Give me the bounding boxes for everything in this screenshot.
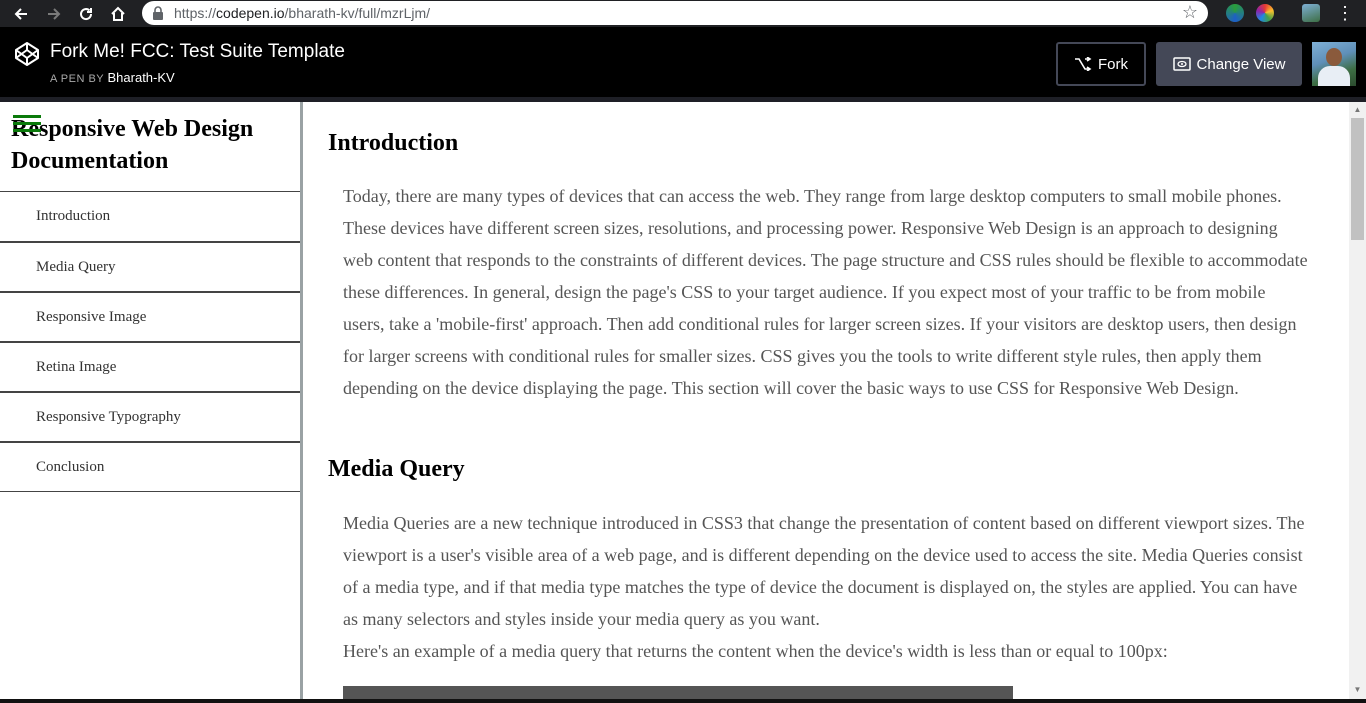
section-title-introduction: Introduction <box>328 130 459 156</box>
scrollbar-thumb[interactable] <box>1351 118 1364 240</box>
section-title-media-query: Media Query <box>328 456 465 482</box>
nav-link-conclusion[interactable]: Conclusion <box>0 441 300 491</box>
fork-icon <box>1075 57 1092 71</box>
browser-toolbar: https://codepen.io/bharath-kv/full/mzrLj… <box>0 0 1366 27</box>
pen-byline: A PEN BY Bharath-KV <box>50 70 175 85</box>
vertical-scrollbar[interactable]: ▲ ▼ <box>1349 102 1366 703</box>
nav-divider <box>0 491 300 492</box>
nav-link-media-query[interactable]: Media Query <box>0 241 300 291</box>
hamburger-menu-icon[interactable] <box>13 115 41 133</box>
extension-icon[interactable] <box>1226 4 1244 22</box>
scroll-down-arrow-icon[interactable]: ▼ <box>1349 684 1366 696</box>
navbar: Responsive Web Design Documentation Intr… <box>0 102 300 703</box>
nav-link-introduction[interactable]: Introduction <box>0 191 300 241</box>
back-arrow-icon[interactable] <box>7 0 35 27</box>
introduction-paragraph: Today, there are many types of devices t… <box>343 186 1308 398</box>
scroll-up-arrow-icon[interactable]: ▲ <box>1349 104 1366 116</box>
pen-title: Fork Me! FCC: Test Suite Template <box>50 41 345 62</box>
forward-arrow-icon[interactable] <box>40 0 68 27</box>
home-icon[interactable] <box>104 0 132 27</box>
change-view-button[interactable]: Change View <box>1156 42 1302 86</box>
nav-links: Introduction Media Query Responsive Imag… <box>0 191 300 492</box>
url-text: https://codepen.io/bharath-kv/full/mzrLj… <box>174 5 431 21</box>
reload-icon[interactable] <box>72 0 100 27</box>
lock-icon <box>152 6 164 20</box>
codepen-header: Fork Me! FCC: Test Suite Template A PEN … <box>0 27 1366 97</box>
address-bar[interactable]: https://codepen.io/bharath-kv/full/mzrLj… <box>142 1 1208 25</box>
navbar-title: Responsive Web Design Documentation <box>11 116 254 174</box>
view-icon <box>1172 57 1191 71</box>
menu-kebab-icon[interactable]: ⋮ <box>1336 3 1354 23</box>
nav-link-responsive-image[interactable]: Responsive Image <box>0 291 300 341</box>
taskbar-edge <box>0 699 1366 703</box>
codepen-logo-icon[interactable] <box>14 41 40 67</box>
bookmark-star-icon[interactable]: ☆ <box>1182 2 1198 23</box>
user-avatar[interactable] <box>1312 42 1356 86</box>
nav-link-responsive-typography[interactable]: Responsive Typography <box>0 391 300 441</box>
profile-avatar-icon[interactable] <box>1302 4 1320 22</box>
author-link[interactable]: Bharath-KV <box>108 70 175 85</box>
media-query-example-paragraph: Here's an example of a media query that … <box>343 641 1168 661</box>
media-query-paragraph: Media Queries are a new technique introd… <box>343 513 1305 629</box>
color-picker-extension-icon[interactable] <box>1256 4 1274 22</box>
main-doc: Introduction Today, there are many types… <box>303 102 1349 703</box>
nav-link-retina-image[interactable]: Retina Image <box>0 341 300 391</box>
fork-button[interactable]: Fork <box>1056 42 1146 86</box>
